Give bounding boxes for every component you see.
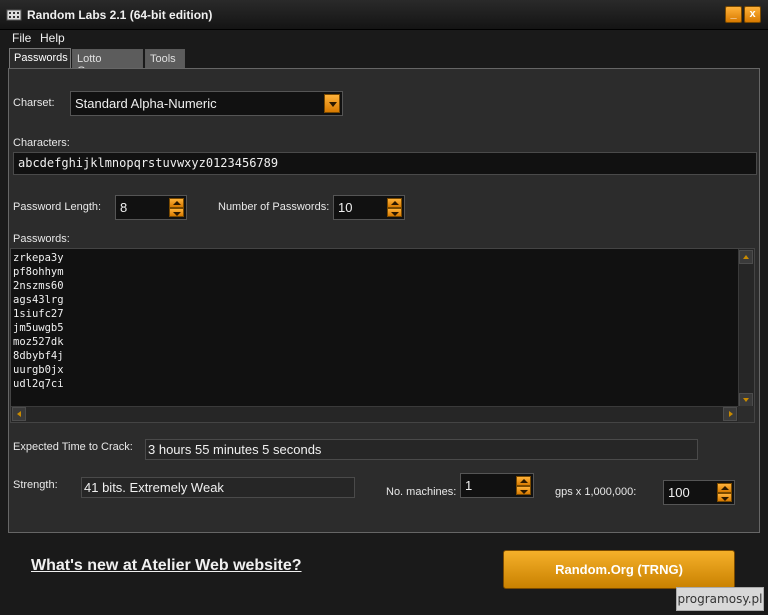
expected-time-value-box: 3 hours 55 minutes 5 seconds [145,439,698,460]
gps-value: 100 [668,485,690,500]
charset-select[interactable]: Standard Alpha-Numeric [70,91,343,116]
strength-value-box: 41 bits. Extremely Weak [81,477,355,498]
increment-icon[interactable] [516,476,531,486]
list-item: ags43lrg [13,294,64,306]
number-of-passwords-value: 10 [338,200,353,215]
gps-stepper[interactable]: 100 [663,480,735,505]
scrollbar-corner [738,406,754,422]
list-item: 2nszms60 [13,280,64,292]
passwords-output[interactable]: zrkepa3y pf8ohhym 2nszms60 ags43lrg 1siu… [10,248,755,423]
list-item: uurgb0jx [13,364,64,376]
random-org-button[interactable]: Random.Org (TRNG) [503,550,735,589]
password-length-stepper[interactable]: 8 [115,195,187,220]
password-list: zrkepa3y pf8ohhym 2nszms60 ags43lrg 1siu… [13,251,64,391]
title-bar: Random Labs 2.1 (64-bit edition) _ x [0,0,768,30]
list-item: udl2q7ci [13,378,64,390]
list-item: jm5uwgb5 [13,322,64,334]
characters-label: Characters: [13,137,70,149]
menu-file[interactable]: File [12,31,31,45]
characters-input[interactable]: abcdefghijklmnopqrstuvwxyz0123456789 [13,152,757,175]
increment-icon[interactable] [717,483,732,493]
strength-label: Strength: [13,479,58,491]
number-of-passwords-stepper[interactable]: 10 [333,195,405,220]
scroll-down-icon[interactable] [739,393,753,407]
close-button[interactable]: x [744,6,761,23]
strength-value: 41 bits. Extremely Weak [84,480,224,495]
minimize-button[interactable]: _ [725,6,742,23]
vertical-scrollbar[interactable] [738,249,754,408]
decrement-icon[interactable] [516,485,531,495]
list-item: 1siufc27 [13,308,64,320]
menu-help[interactable]: Help [40,31,65,45]
list-item: 8dbybf4j [13,350,64,362]
scroll-right-icon[interactable] [723,407,737,421]
list-item: pf8ohhym [13,266,64,278]
increment-icon[interactable] [169,198,184,208]
menu-bar: File Help [0,30,768,47]
decrement-icon[interactable] [387,207,402,217]
scroll-up-icon[interactable] [739,250,753,264]
atelier-web-link[interactable]: What's new at Atelier Web website? [31,557,302,575]
scroll-left-icon[interactable] [12,407,26,421]
horizontal-scrollbar[interactable] [11,406,738,422]
password-length-label: Password Length: [13,201,102,213]
decrement-icon[interactable] [717,492,732,502]
increment-icon[interactable] [387,198,402,208]
machines-label: No. machines: [386,486,457,498]
app-icon [6,9,22,21]
tab-tools[interactable]: Tools [145,49,185,68]
list-item: zrkepa3y [13,252,64,264]
charset-value: Standard Alpha-Numeric [75,96,217,111]
decrement-icon[interactable] [169,207,184,217]
tab-lotto-games[interactable]: Lotto Games [72,49,143,77]
expected-time-value: 3 hours 55 minutes 5 seconds [148,442,322,457]
window-title: Random Labs 2.1 (64-bit edition) [27,8,213,22]
characters-value: abcdefghijklmnopqrstuvwxyz0123456789 [18,156,279,170]
machines-value: 1 [465,478,473,493]
passwords-label: Passwords: [13,233,70,245]
tab-passwords[interactable]: Passwords [9,48,71,69]
password-length-value: 8 [120,200,128,215]
chevron-down-icon[interactable] [324,94,340,113]
charset-label: Charset: [13,97,55,109]
expected-time-label: Expected Time to Crack: [13,441,133,453]
number-of-passwords-label: Number of Passwords: [218,201,330,213]
machines-stepper[interactable]: 1 [460,473,534,498]
list-item: moz527dk [13,336,64,348]
watermark: programosy.pl [676,587,764,611]
gps-label: gps x 1,000,000: [555,486,637,498]
